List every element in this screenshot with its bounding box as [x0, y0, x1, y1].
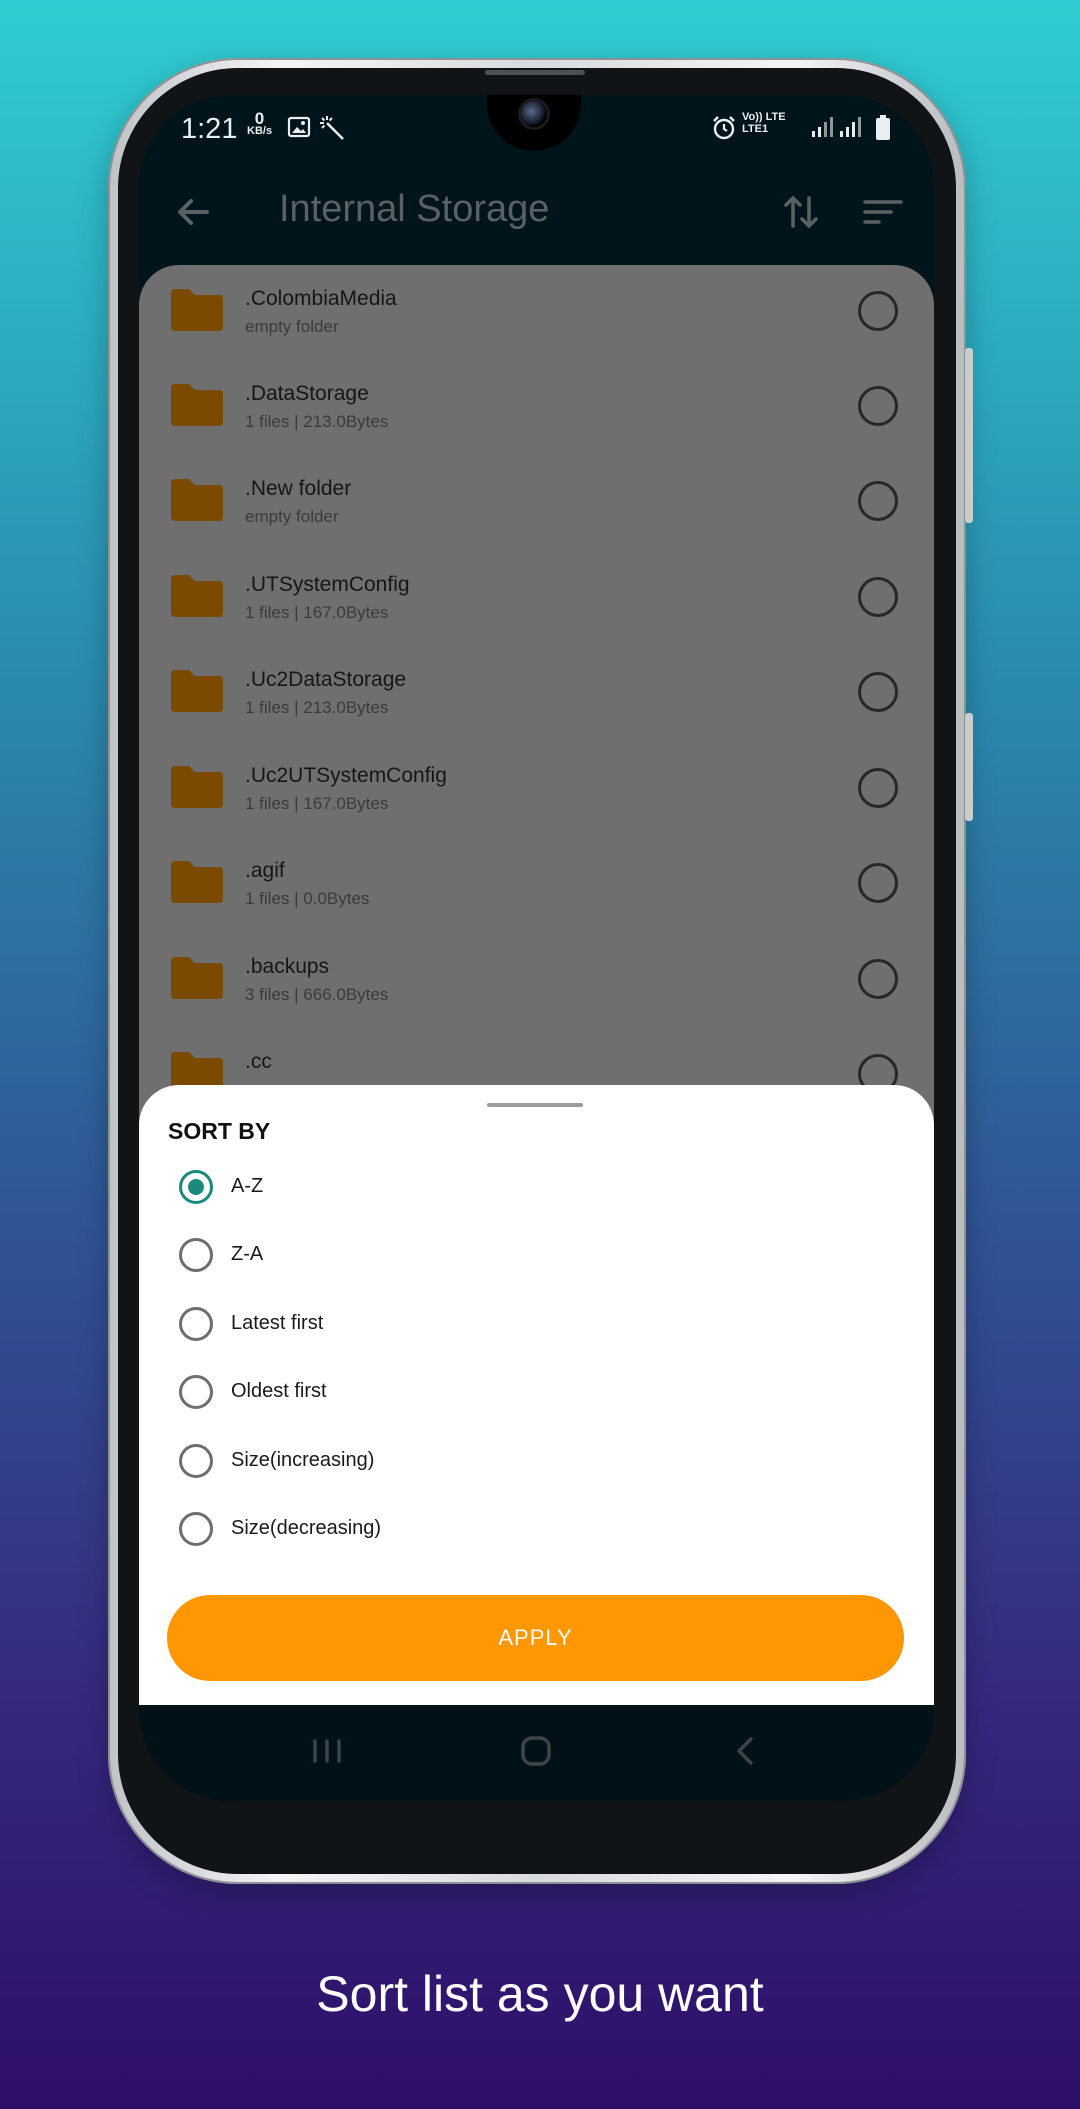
- sort-option-a-z[interactable]: A-Z: [179, 1165, 679, 1215]
- folder-info: 1 files | 167.0Bytes: [245, 794, 389, 813]
- folder-row[interactable]: .Uc2DataStorage 1 files | 213.0Bytes: [139, 646, 934, 742]
- net-speed: 0 KB/s: [247, 109, 273, 137]
- sort-option-label: Size(increasing): [231, 1449, 375, 1471]
- sort-heading: SORT BY: [168, 1118, 271, 1144]
- status-time: 1:21: [181, 113, 238, 145]
- alarm-icon: [713, 116, 735, 140]
- sort-option-label: Oldest first: [231, 1380, 327, 1402]
- folder-name: .backups: [245, 955, 330, 978]
- folder-icon: [171, 575, 223, 617]
- net-speed-value: 0: [254, 109, 265, 128]
- select-radio[interactable]: [858, 577, 898, 617]
- folder-row[interactable]: .agif 1 files | 0.0Bytes: [139, 837, 934, 933]
- magic-wand-icon: [320, 116, 344, 140]
- sort-option-oldest-first[interactable]: Oldest first: [179, 1370, 679, 1420]
- folder-info: empty folder: [245, 507, 339, 526]
- folder-name: .Uc2DataStorage: [245, 668, 407, 691]
- signal-strength-icon: [812, 117, 833, 137]
- earpiece-speaker: [485, 70, 585, 75]
- folder-icon: [171, 670, 223, 712]
- folder-info: 3 files | 666.0Bytes: [245, 985, 389, 1004]
- sort-option-z-a[interactable]: Z-A: [179, 1233, 679, 1283]
- sort-option-label: Z-A: [231, 1243, 264, 1265]
- sort-option-size-increasing[interactable]: Size(increasing): [179, 1439, 679, 1489]
- folder-icon: [171, 766, 223, 808]
- recent-apps-icon[interactable]: [307, 1731, 347, 1771]
- folder-name: .ColombiaMedia: [245, 287, 397, 310]
- select-radio[interactable]: [858, 768, 898, 808]
- folder-name: .Uc2UTSystemConfig: [245, 764, 447, 787]
- sort-option-label: A-Z: [231, 1175, 264, 1197]
- folder-name: .New folder: [245, 477, 352, 500]
- back-icon[interactable]: [725, 1731, 765, 1771]
- radio-button[interactable]: [179, 1444, 213, 1478]
- folder-name: .UTSystemConfig: [245, 573, 410, 596]
- signal-strength-2-icon: [840, 117, 861, 137]
- folder-icon: [171, 289, 223, 331]
- volume-button: [965, 348, 973, 523]
- select-radio[interactable]: [858, 481, 898, 521]
- select-radio[interactable]: [858, 672, 898, 712]
- folder-info: 1 files | 213.0Bytes: [245, 698, 389, 717]
- radio-button[interactable]: [179, 1375, 213, 1409]
- sort-option-label: Latest first: [231, 1312, 324, 1334]
- folder-info: 1 files | 167.0Bytes: [245, 603, 389, 622]
- folder-icon: [171, 957, 223, 999]
- select-radio[interactable]: [858, 386, 898, 426]
- folder-row[interactable]: .ColombiaMedia empty folder: [139, 265, 934, 361]
- volte-indicator: Vo)) LTE LTE1: [742, 111, 786, 135]
- folder-row[interactable]: .New folder empty folder: [139, 455, 934, 551]
- radio-button[interactable]: [179, 1238, 213, 1272]
- select-radio[interactable]: [858, 959, 898, 999]
- gallery-icon: [287, 116, 311, 138]
- folder-icon: [171, 861, 223, 903]
- arrow-left-icon[interactable]: [169, 188, 217, 236]
- folder-name: .agif: [245, 859, 285, 882]
- promo-caption: Sort list as you want: [316, 1966, 764, 2022]
- sort-option-label: Size(decreasing): [231, 1517, 382, 1539]
- system-nav-bar: [139, 1706, 934, 1801]
- folder-info: 1 files | 213.0Bytes: [245, 412, 389, 431]
- select-radio[interactable]: [858, 863, 898, 903]
- volte-bottom-label: LTE1: [742, 123, 769, 135]
- sort-option-latest-first[interactable]: Latest first: [179, 1302, 679, 1352]
- folder-name: .DataStorage: [245, 382, 369, 405]
- volte-top-label: Vo)) LTE: [742, 111, 786, 123]
- net-speed-unit: KB/s: [247, 125, 273, 137]
- folder-row[interactable]: .DataStorage 1 files | 213.0Bytes: [139, 360, 934, 456]
- radio-button[interactable]: [179, 1307, 213, 1341]
- select-radio[interactable]: [858, 291, 898, 331]
- page-title: Internal Storage: [279, 188, 550, 230]
- folder-row[interactable]: .Uc2UTSystemConfig 1 files | 167.0Bytes: [139, 742, 934, 838]
- folder-icon: [171, 384, 223, 426]
- folder-name: .cc: [245, 1050, 272, 1073]
- app-bar: Internal Storage: [139, 160, 934, 270]
- home-icon[interactable]: [516, 1731, 556, 1771]
- filter-lines-icon[interactable]: [859, 188, 907, 236]
- radio-button[interactable]: [179, 1512, 213, 1546]
- sheet-drag-handle[interactable]: [487, 1103, 583, 1107]
- battery-icon: [876, 115, 890, 140]
- folder-info: 1 files | 0.0Bytes: [245, 889, 370, 908]
- folder-icon: [171, 479, 223, 521]
- sort-option-size-decreasing[interactable]: Size(decreasing): [179, 1507, 679, 1557]
- sort-arrows-icon[interactable]: [777, 188, 825, 236]
- front-camera: [521, 101, 547, 127]
- phone-screen: 1:21 0 KB/s Vo)) LTE LTE1 Internal Stora…: [139, 95, 934, 1801]
- radio-button-selected[interactable]: [179, 1170, 213, 1204]
- folder-row[interactable]: .UTSystemConfig 1 files | 167.0Bytes: [139, 551, 934, 647]
- power-button: [965, 713, 973, 821]
- folder-info: empty folder: [245, 317, 339, 336]
- folder-row[interactable]: .backups 3 files | 666.0Bytes: [139, 933, 934, 1029]
- apply-button[interactable]: APPLY: [167, 1595, 904, 1681]
